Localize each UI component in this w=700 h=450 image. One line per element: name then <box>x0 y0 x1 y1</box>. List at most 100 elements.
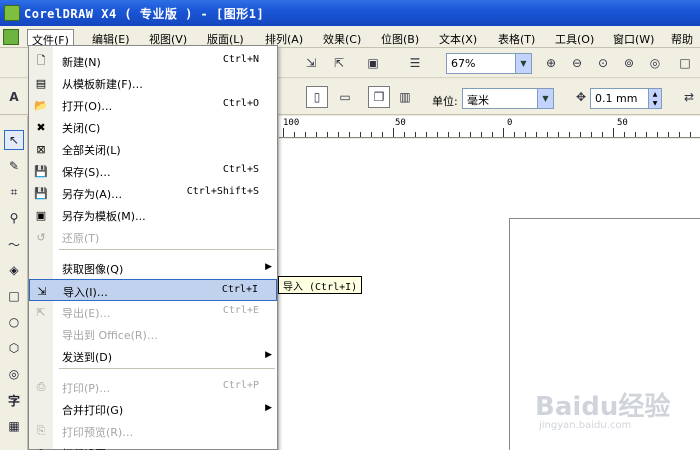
ruler-tick <box>393 128 394 137</box>
landscape-icon[interactable]: ▭ <box>334 86 356 108</box>
submenu-arrow-icon: ▶ <box>265 403 272 413</box>
chevron-down-icon[interactable]: ▼ <box>537 89 553 108</box>
document-icon[interactable] <box>3 29 19 45</box>
ruler-label: 50 <box>395 118 406 128</box>
nudge-spinner[interactable]: ▲ ▼ <box>648 88 662 109</box>
menu-item-shortcut: Ctrl+O <box>222 98 259 109</box>
zoom-out-icon[interactable]: ⊖ <box>566 52 588 74</box>
ruler-tick <box>371 132 372 137</box>
ruler-tick <box>635 132 636 137</box>
file-menu-item[interactable]: ▣ 另存为模板(M)... <box>29 204 277 226</box>
file-menu-item[interactable]: ▤ 从模板新建(F)… <box>29 72 277 94</box>
menu-edit[interactable]: 编辑(E) <box>88 29 134 46</box>
file-menu-item[interactable]: 💾 保存(S)… Ctrl+S <box>29 160 277 182</box>
file-menu-item[interactable]: 💾 另存为(A)… Ctrl+Shift+S <box>29 182 277 204</box>
ruler-label: 0 <box>507 118 513 128</box>
nudge-field[interactable]: 0.1 mm <box>590 88 650 109</box>
new-doc-icon: 🗋 <box>36 53 46 67</box>
watermark: Baidu经验 jingyan.baidu.com <box>535 378 685 438</box>
page-icon[interactable]: □ <box>674 52 696 74</box>
basic-shapes-icon[interactable]: ◎ <box>4 364 24 384</box>
menu-view[interactable]: 视图(V) <box>145 29 191 46</box>
rectangle-tool-icon[interactable]: □ <box>4 286 24 306</box>
zoom-tool-icon[interactable]: ⚲ <box>4 208 24 228</box>
all-pages-icon[interactable]: ❐ <box>368 86 390 108</box>
ruler-tick <box>437 132 438 137</box>
close-all-icon: ⊠ <box>36 142 46 156</box>
menu-arrange[interactable]: 排列(A) <box>261 29 307 46</box>
menu-file[interactable]: 文件(F) <box>27 29 74 47</box>
crop-tool-icon[interactable]: ⌗ <box>4 182 24 202</box>
zoom-value: 67% <box>451 57 476 70</box>
ruler-tick <box>283 128 284 137</box>
ruler-tick <box>349 132 350 137</box>
menu-item-label: 合并打印(G) <box>62 404 124 417</box>
file-menu-item[interactable]: ✖ 关闭(C) <box>29 116 277 138</box>
duplicate-distance-icon[interactable]: ⇄ <box>678 86 700 108</box>
ruler-tick <box>514 132 515 137</box>
menu-item-label: 打印(P)… <box>62 382 111 395</box>
ruler-tick <box>690 132 691 137</box>
menu-help[interactable]: 帮助 <box>667 29 697 46</box>
menu-text[interactable]: 文本(X) <box>435 29 481 46</box>
menu-bitmaps[interactable]: 位图(B) <box>377 29 423 46</box>
export-toolbar-icon[interactable]: ⇱ <box>328 52 350 74</box>
zoom-page-icon[interactable]: ◎ <box>644 52 666 74</box>
close-doc-icon: ✖ <box>36 120 46 134</box>
ruler-tick <box>481 132 482 137</box>
import-toolbar-icon[interactable]: ⇲ <box>300 52 322 74</box>
submenu-arrow-icon: ▶ <box>265 262 272 272</box>
file-menu-item[interactable]: 🗋 新建(N) Ctrl+N <box>29 50 277 72</box>
freehand-tool-icon[interactable]: 〜 <box>4 234 24 254</box>
file-menu-item[interactable]: ⊠ 全部关闭(L) <box>29 138 277 160</box>
app-launcher-icon[interactable]: ▣ <box>362 52 384 74</box>
smart-fill-icon[interactable]: ◈ <box>4 260 24 280</box>
file-menu-item[interactable]: ⚙ 打印设置(U)… <box>29 442 277 450</box>
text-tool-icon[interactable]: 字 <box>4 390 24 410</box>
nudge-value: 0.1 mm <box>595 92 638 105</box>
zoom-combo[interactable]: 67% ▼ <box>446 53 532 74</box>
ruler-tick <box>569 132 570 137</box>
ruler-tick <box>547 132 548 137</box>
menu-separator <box>59 368 275 369</box>
menu-item-label: 另存为模板(M)... <box>62 210 146 223</box>
file-menu-item[interactable]: 📂 打开(O)… Ctrl+O <box>29 94 277 116</box>
menu-effects[interactable]: 效果(C) <box>319 29 365 46</box>
menu-item-label: 导出(E)… <box>62 307 111 320</box>
ruler-tick <box>536 132 537 137</box>
chevron-down-icon[interactable]: ▼ <box>515 54 531 73</box>
zoom-in-icon[interactable]: ⊕ <box>540 52 562 74</box>
file-menu-item[interactable]: 合并打印(G) ▶ <box>29 398 277 420</box>
options-icon[interactable]: ☰ <box>404 52 426 74</box>
revert-icon: ↺ <box>36 230 46 244</box>
shape-tool-icon[interactable]: ✎ <box>4 156 24 176</box>
zoom-all-icon[interactable]: ⊚ <box>618 52 640 74</box>
current-page-icon[interactable]: ▥ <box>394 86 416 108</box>
portrait-icon[interactable]: ▯ <box>306 86 328 108</box>
font-field-prefix[interactable]: A <box>3 86 25 108</box>
file-menu-item[interactable]: ⇲ 导入(I)… Ctrl+I <box>29 279 277 301</box>
menu-item-label: 新建(N) <box>62 56 101 69</box>
file-menu-item[interactable]: 发送到(D) ▶ <box>29 345 277 367</box>
menu-item-shortcut: Ctrl+P <box>222 380 259 391</box>
units-combo[interactable]: 毫米 ▼ <box>462 88 554 109</box>
menu-layout[interactable]: 版面(L) <box>203 29 248 46</box>
polygon-tool-icon[interactable]: ⬡ <box>4 338 24 358</box>
menu-item-label: 发送到(D) <box>62 351 113 364</box>
menu-item-label: 导出到 Office(R)… <box>62 329 158 342</box>
table-tool-icon[interactable]: ▦ <box>4 416 24 436</box>
file-menu-item[interactable]: 获取图像(Q) ▶ <box>29 257 277 279</box>
zoom-selected-icon[interactable]: ⊙ <box>592 52 614 74</box>
submenu-arrow-icon: ▶ <box>265 350 272 360</box>
menu-window[interactable]: 窗口(W) <box>609 29 658 46</box>
nudge-icon: ✥ <box>575 90 587 104</box>
ruler-tick <box>668 132 669 137</box>
file-menu-item: ⎙ 打印(P)… Ctrl+P <box>29 376 277 398</box>
menu-table[interactable]: 表格(T) <box>494 29 539 46</box>
watermark-logo: Baidu经验 <box>535 392 671 422</box>
pick-tool-icon[interactable]: ↖ <box>4 130 24 150</box>
menu-tools[interactable]: 工具(O) <box>551 29 598 46</box>
menu-item-shortcut: Ctrl+I <box>221 284 258 295</box>
menu-item-label: 全部关闭(L) <box>62 144 121 157</box>
ellipse-tool-icon[interactable]: ○ <box>4 312 24 332</box>
